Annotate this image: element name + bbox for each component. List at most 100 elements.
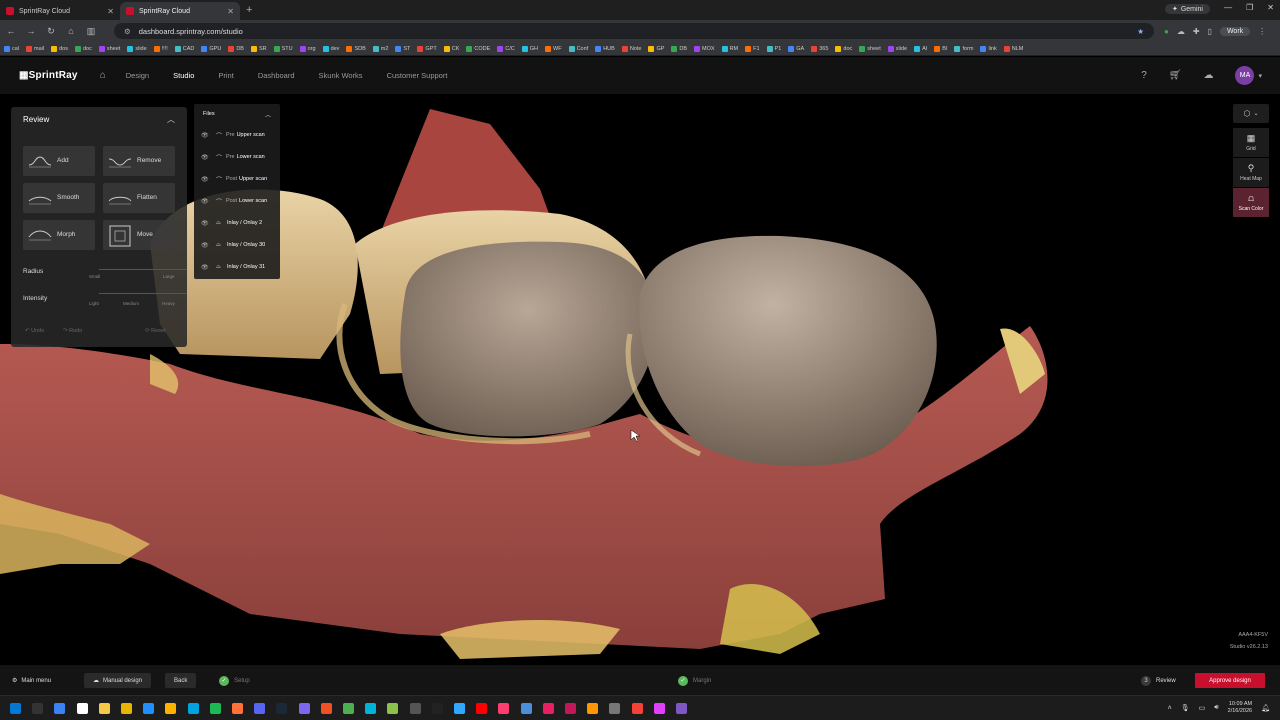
taskbar-app-icon[interactable] xyxy=(143,703,155,714)
bookmark-item[interactable]: HUB xyxy=(595,45,615,52)
bookmark-item[interactable]: BI xyxy=(934,45,947,52)
bookmark-item[interactable]: GP xyxy=(648,45,664,52)
bookmark-item[interactable]: Note xyxy=(621,45,641,52)
bookmark-item[interactable]: NLM xyxy=(1003,45,1023,52)
mic-icon[interactable]: 🎙︎ xyxy=(1181,704,1190,712)
nav-print[interactable]: Print xyxy=(218,71,233,80)
undo-button[interactable]: ↶ Undo xyxy=(25,328,44,334)
step-review[interactable]: 3 Review xyxy=(1141,673,1176,688)
close-window-icon[interactable]: ✕ xyxy=(1267,3,1274,12)
taskbar-app-icon[interactable] xyxy=(76,703,88,714)
approve-design-button[interactable]: Approve design xyxy=(1195,673,1265,688)
site-info-icon[interactable]: ⚙ xyxy=(124,27,131,36)
file-row[interactable]: 👁︎ ⌒ Post Upper scan xyxy=(194,172,280,186)
visibility-eye-icon[interactable]: 👁︎ xyxy=(201,198,211,205)
taskbar-app-icon[interactable] xyxy=(232,703,243,714)
bookmark-item[interactable]: DB xyxy=(671,45,687,52)
taskbar-app-icon[interactable] xyxy=(409,703,421,714)
radius-slider[interactable] xyxy=(99,269,187,270)
taskbar-app-icon[interactable] xyxy=(542,703,554,714)
notifications-icon[interactable]: 🔔︎ xyxy=(1261,704,1270,712)
taskbar-app-icon[interactable] xyxy=(565,703,576,714)
bookmark-item[interactable]: Conf xyxy=(568,45,588,52)
bookmark-item[interactable]: SR xyxy=(250,45,267,52)
bookmark-item[interactable]: dev xyxy=(322,45,339,52)
cloud-icon[interactable]: ☁ xyxy=(1203,70,1213,81)
bookmark-item[interactable]: GPT xyxy=(417,45,437,52)
taskbar-app-icon[interactable] xyxy=(276,703,288,714)
minimize-icon[interactable]: — xyxy=(1224,3,1232,12)
taskbar-app-icon[interactable] xyxy=(431,703,443,714)
taskbar-app-icon[interactable] xyxy=(387,703,399,714)
taskbar-app-icon[interactable] xyxy=(54,703,66,714)
visibility-eye-icon[interactable]: 👁︎ xyxy=(201,242,211,249)
bookmark-item[interactable]: GH xyxy=(521,45,538,52)
bookmark-item[interactable]: slide xyxy=(127,45,147,52)
close-tab-icon[interactable]: ✕ xyxy=(107,7,114,16)
scan-color-button[interactable]: ⩍ Scan Color xyxy=(1233,188,1269,217)
taskbar-app-icon[interactable] xyxy=(476,703,488,714)
back-icon[interactable]: ← xyxy=(6,26,16,36)
taskbar-app-icon[interactable] xyxy=(343,703,354,714)
file-row[interactable]: 👁︎ ⌒ Pre Lower scan xyxy=(194,150,280,164)
help-icon[interactable]: ? xyxy=(1141,70,1147,81)
extension-icon[interactable]: ● xyxy=(1164,27,1169,36)
taskbar-app-icon[interactable] xyxy=(209,703,221,714)
tool-remove-button[interactable]: Remove xyxy=(103,146,175,176)
redo-button[interactable]: ↷ Redo xyxy=(63,328,82,334)
taskbar-app-icon[interactable] xyxy=(165,703,177,714)
menu-kebab-icon[interactable]: ⋮ xyxy=(1258,27,1266,36)
bookmark-item[interactable]: ST xyxy=(395,45,410,52)
downloads-icon[interactable]: ▯ xyxy=(1208,27,1212,36)
home-icon[interactable]: ⌂ xyxy=(66,26,76,36)
taskbar-app-icon[interactable] xyxy=(498,703,510,714)
nav-skunk-works[interactable]: Skunk Works xyxy=(319,71,363,80)
bookmark-item[interactable]: F1 xyxy=(745,45,760,52)
bookmark-item[interactable]: org xyxy=(299,45,316,52)
file-row[interactable]: 👁︎ ⌓ Inlay / Onlay 30 xyxy=(194,238,280,252)
bookmark-item[interactable]: dos xyxy=(51,45,68,52)
taskbar-app-icon[interactable] xyxy=(676,703,687,714)
visibility-eye-icon[interactable]: 👁︎ xyxy=(201,154,211,161)
grid-button[interactable]: ▦ Grid xyxy=(1233,128,1269,157)
nav-customer-support[interactable]: Customer Support xyxy=(387,71,448,80)
manual-design-button[interactable]: ☁ Manual design xyxy=(84,673,152,688)
avatar[interactable]: MA xyxy=(1235,66,1255,85)
3d-viewport[interactable] xyxy=(0,94,1280,664)
clock[interactable]: 10:09 AM 2/16/2026 xyxy=(1228,701,1252,715)
main-menu-button[interactable]: ⚙ Main menu xyxy=(12,673,51,688)
file-row[interactable]: 👁︎ ⌓ Inlay / Onlay 31 xyxy=(194,260,280,274)
bookmark-item[interactable]: GPU xyxy=(201,45,221,52)
file-row[interactable]: 👁︎ ⌒ Post Lower scan xyxy=(194,194,280,208)
forward-icon[interactable]: → xyxy=(26,26,36,36)
taskbar-app-icon[interactable] xyxy=(454,703,465,714)
bookmark-item[interactable]: doc xyxy=(835,45,852,52)
taskbar-app-icon[interactable] xyxy=(609,703,621,714)
new-tab-icon[interactable]: + xyxy=(246,4,252,16)
bookmark-item[interactable]: slide xyxy=(887,45,907,52)
windows-start-icon[interactable] xyxy=(10,703,21,714)
taskbar-app-icon[interactable] xyxy=(365,703,377,714)
tool-flatten-button[interactable]: Flatten xyxy=(103,183,175,213)
bookmark-item[interactable]: doc xyxy=(75,45,92,52)
chevron-up-icon[interactable]: ˄ xyxy=(1168,705,1172,712)
bookmark-item[interactable]: CAD xyxy=(174,45,194,52)
bookmark-item[interactable]: RM xyxy=(721,45,738,52)
nav-dashboard[interactable]: Dashboard xyxy=(258,71,295,80)
close-tab-icon[interactable]: ✕ xyxy=(227,7,234,16)
taskbar-app-icon[interactable] xyxy=(587,703,599,714)
gemini-button[interactable]: ✦ Gemini xyxy=(1164,4,1210,14)
bookmark-item[interactable]: C/C xyxy=(497,45,515,52)
tool-move-button[interactable]: Move xyxy=(103,220,175,250)
back-button[interactable]: Back xyxy=(165,673,197,688)
taskbar-app-icon[interactable] xyxy=(32,703,44,714)
nav-studio[interactable]: Studio xyxy=(173,71,194,80)
taskbar-app-icon[interactable] xyxy=(520,703,532,714)
home-icon[interactable]: ⌂ xyxy=(100,70,106,81)
bookmark-item[interactable]: sheet xyxy=(98,45,120,52)
bookmark-item[interactable]: AI xyxy=(914,45,927,52)
taskbar-app-icon[interactable] xyxy=(631,703,643,714)
heatmap-button[interactable]: ⚲ Heat Map xyxy=(1233,158,1269,187)
bookmark-item[interactable]: link xyxy=(980,45,997,52)
bookmark-item[interactable]: SDB xyxy=(346,45,366,52)
